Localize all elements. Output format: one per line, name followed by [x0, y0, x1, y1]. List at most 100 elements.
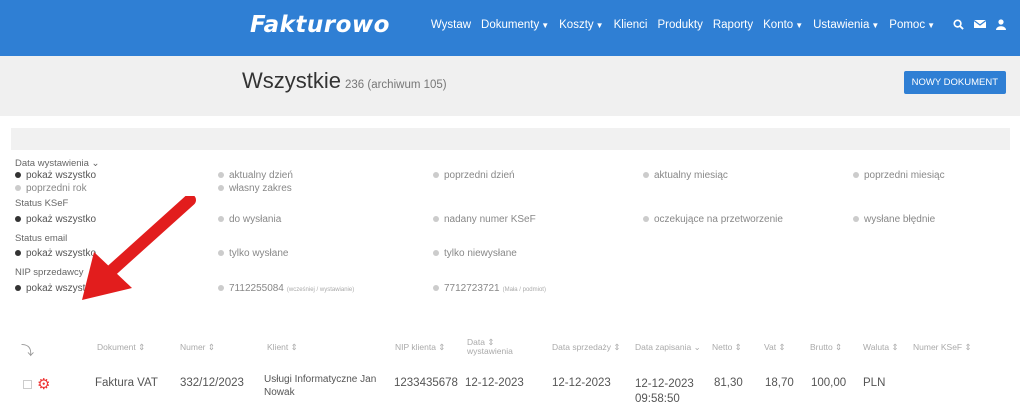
radio-date-today[interactable]: aktualny dzień [218, 170, 293, 181]
radio-label: 7712723721 [444, 283, 500, 294]
th-data-wyst-2: wystawienia [467, 346, 513, 356]
radio-ksef-assigned[interactable]: nadany numer KSeF [433, 214, 536, 225]
cell-data-zapisania-date: 12-12-2023 [635, 378, 694, 390]
radio-icon [15, 216, 21, 223]
radio-icon [15, 250, 21, 257]
sort-icon[interactable]: ⤵ [21, 340, 34, 359]
radio-label: aktualny miesiąc [654, 170, 728, 181]
cell-brutto: 100,00 [811, 377, 847, 389]
nav-ustawienia-label: Ustawienia [813, 19, 870, 31]
gear-icon[interactable]: ⚙ [37, 375, 50, 393]
radio-nip-2[interactable]: 7712723721 (Mała / podmiot) [433, 283, 546, 294]
th-brutto[interactable]: Brutto ⇕ [810, 342, 842, 353]
radio-date-all[interactable]: pokaż wszystko [15, 170, 96, 181]
nav-raporty[interactable]: Raporty [713, 19, 753, 33]
page-title-text: Wszystkie [242, 68, 341, 93]
cell-numer[interactable]: 332/12/2023 [180, 377, 244, 389]
radio-date-prev-year[interactable]: poprzedni rok [15, 183, 87, 194]
nav-koszty[interactable]: Koszty ▼ [559, 19, 603, 33]
th-vat[interactable]: Vat ⇕ [764, 342, 786, 353]
radio-date-yesterday[interactable]: poprzedni dzień [433, 170, 515, 181]
nav-konto-label: Konto [763, 19, 794, 31]
th-numer[interactable]: Numer ⇕ [180, 342, 215, 353]
radio-icon [433, 172, 439, 179]
red-arrow-annotation [82, 196, 196, 300]
app-logo[interactable]: Fakturowo [250, 12, 390, 38]
th-numer-ksef[interactable]: Numer KSeF ⇕ [913, 342, 972, 353]
cell-data-zapisania: 12-12-2023 09:58:50 [635, 377, 694, 407]
cell-dokument[interactable]: Faktura VAT [95, 377, 158, 389]
chevron-down-icon: ▼ [595, 21, 604, 30]
nav-pomoc-label: Pomoc [889, 19, 926, 31]
radio-sublabel: (Mała / podmiot) [502, 287, 546, 293]
radio-label: tylko niewysłane [444, 248, 517, 259]
radio-date-month[interactable]: aktualny miesiąc [643, 170, 728, 181]
cell-klient[interactable]: Usługi Informatyczne Jan Nowak [264, 373, 376, 399]
filter-date-title[interactable]: Data wystawienia ⌄ [15, 158, 1010, 170]
radio-icon [218, 185, 224, 192]
radio-label: aktualny dzień [229, 170, 293, 181]
cell-klient-line1: Usługi Informatyczne Jan [264, 374, 377, 385]
radio-label: 7112255084 [229, 283, 284, 294]
nav-raporty-label: Raporty [712, 19, 754, 31]
th-nip[interactable]: NIP klienta ⇕ [395, 342, 445, 353]
radio-icon [218, 250, 224, 257]
radio-icon [853, 216, 859, 223]
search-bar-area [11, 128, 1010, 150]
cell-waluta: PLN [863, 377, 886, 389]
nav-dokumenty[interactable]: Dokumenty ▼ [481, 19, 549, 33]
filter-date-row-2: poprzedni rok własny zakres [15, 183, 1010, 196]
cell-data-sprzedazy: 12-12-2023 [552, 377, 611, 389]
table-row[interactable]: ⚙ Faktura VAT 332/12/2023 Usługi Informa… [15, 374, 1010, 408]
main-nav: Wystaw Dokumenty ▼ Koszty ▼ Klienci Produk… [431, 19, 1006, 33]
radio-ksef-errors[interactable]: wysłane błędnie [853, 214, 935, 225]
th-waluta[interactable]: Waluta ⇕ [863, 342, 899, 353]
nav-wystaw[interactable]: Wystaw [431, 19, 471, 33]
cell-vat: 18,70 [765, 377, 794, 389]
radio-email-unsent[interactable]: tylko niewysłane [433, 248, 517, 259]
th-klient[interactable]: Klient ⇕ [267, 342, 298, 353]
cell-data-wystawienia: 12-12-2023 [465, 377, 524, 389]
th-data-zapisania[interactable]: Data zapisania ⌄ [635, 342, 701, 353]
radio-icon [218, 172, 224, 179]
nav-konto[interactable]: Konto ▼ [763, 19, 803, 33]
nav-klienci[interactable]: Klienci [614, 19, 648, 33]
th-data-sprzedazy[interactable]: Data sprzedaży ⇕ [552, 342, 621, 353]
radio-date-prev-month[interactable]: poprzedni miesiąc [853, 170, 945, 181]
chevron-down-icon: ▼ [927, 21, 935, 30]
radio-label: poprzedni dzień [444, 170, 515, 181]
radio-label: wysłane błędnie [864, 214, 936, 225]
radio-label: pokaż wszystko [26, 170, 97, 181]
radio-icon [15, 185, 21, 192]
radio-label: nadany numer KSeF [444, 214, 536, 225]
nav-ustawienia[interactable]: Ustawienia ▼ [813, 19, 879, 33]
radio-ksef-to-send[interactable]: do wysłania [218, 214, 281, 225]
top-navigation-bar: Fakturowo Wystaw Dokumenty ▼ Koszty ▼ Klie… [0, 0, 1020, 56]
radio-email-sent[interactable]: tylko wysłane [218, 248, 288, 259]
th-netto[interactable]: Netto ⇕ [712, 342, 742, 353]
radio-label: poprzedni miesiąc [864, 170, 945, 181]
chevron-down-icon: ▼ [795, 21, 804, 30]
page-title: Wszystkie 236 (archiwum 105) [242, 68, 447, 94]
radio-date-custom[interactable]: własny zakres [218, 183, 292, 194]
nav-produkty[interactable]: Produkty [657, 19, 702, 33]
radio-icon [218, 285, 224, 292]
search-icon[interactable] [953, 19, 964, 33]
nav-dokumenty-label: Dokumenty [481, 19, 540, 31]
radio-label: oczekujące na przetworzenie [654, 214, 783, 225]
new-document-button[interactable]: NOWY DOKUMENT [903, 71, 1006, 94]
cell-data-zapisania-time: 09:58:50 [635, 393, 680, 405]
th-dokument[interactable]: Dokument ⇕ [97, 342, 145, 353]
header-icons [953, 19, 1006, 33]
row-checkbox[interactable] [23, 380, 32, 389]
radio-ksef-pending[interactable]: oczekujące na przetworzenie [643, 214, 783, 225]
radio-nip-1[interactable]: 7112255084 (wcześniej / wystawianie) [218, 283, 354, 294]
radio-label: do wysłania [229, 214, 282, 225]
page-header [0, 56, 1020, 116]
nav-pomoc[interactable]: Pomoc ▼ [889, 19, 935, 33]
chevron-down-icon: ▼ [541, 21, 550, 30]
mail-icon[interactable] [973, 19, 987, 33]
radio-sublabel: (wcześniej / wystawianie) [286, 287, 355, 293]
radio-icon [433, 250, 439, 257]
user-icon[interactable] [996, 19, 1006, 33]
